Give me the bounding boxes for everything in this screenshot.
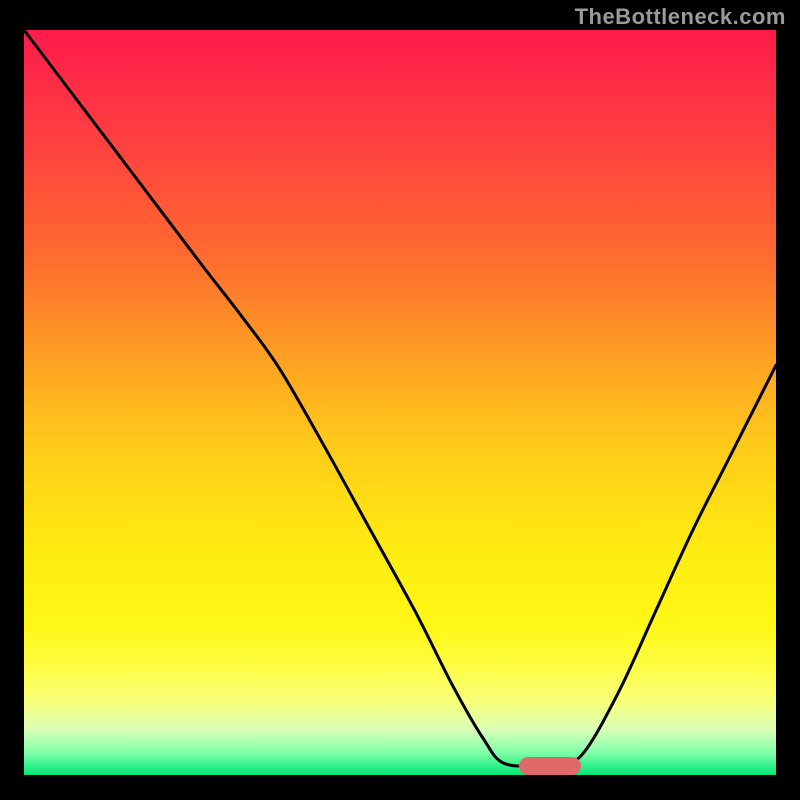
chart-frame: TheBottleneck.com xyxy=(0,0,800,800)
bottleneck-curve xyxy=(24,30,776,775)
optimal-marker xyxy=(519,757,581,775)
plot-area xyxy=(24,30,776,775)
watermark-text: TheBottleneck.com xyxy=(575,4,786,30)
curve-path xyxy=(24,30,776,766)
